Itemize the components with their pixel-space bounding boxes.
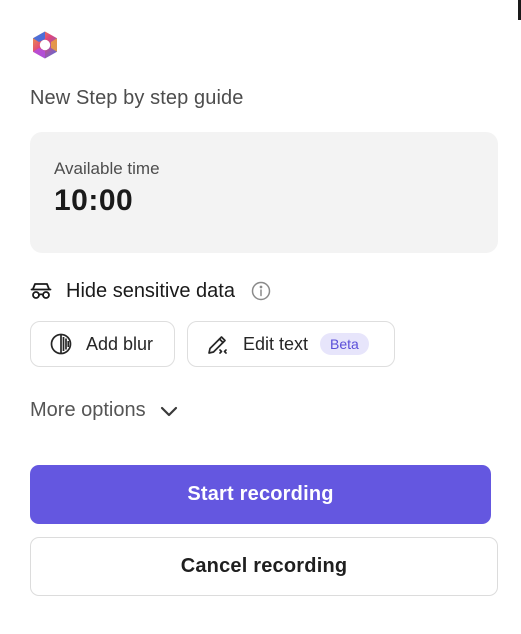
add-blur-label: Add blur: [86, 333, 154, 354]
available-time-label: Available time: [54, 159, 160, 178]
hide-sensitive-data-row: Hide sensitive data: [30, 277, 271, 305]
add-blur-button[interactable]: Add blur: [30, 321, 175, 367]
available-time-card: Available time 10:00: [30, 132, 498, 253]
edit-text-icon: [206, 332, 230, 356]
app-logo-icon: [30, 30, 60, 60]
info-icon[interactable]: [251, 281, 271, 301]
guide-title: New Step by step guide: [30, 87, 244, 109]
available-time-value: 10:00: [54, 184, 134, 217]
mask-icon: [30, 280, 52, 302]
blur-icon: [49, 332, 73, 356]
edit-text-button[interactable]: Edit text Beta: [187, 321, 395, 367]
recorder-panel: New Step by step guide Available time 10…: [0, 0, 521, 634]
more-options-toggle[interactable]: More options: [30, 399, 180, 422]
start-recording-button[interactable]: Start recording: [30, 465, 491, 524]
chevron-down-icon: [158, 400, 180, 422]
edit-text-label: Edit text: [243, 333, 309, 354]
more-options-label: More options: [30, 399, 146, 421]
hide-sensitive-data-label: Hide sensitive data: [66, 279, 235, 302]
cancel-recording-button[interactable]: Cancel recording: [30, 537, 498, 596]
beta-badge: Beta: [320, 333, 369, 355]
